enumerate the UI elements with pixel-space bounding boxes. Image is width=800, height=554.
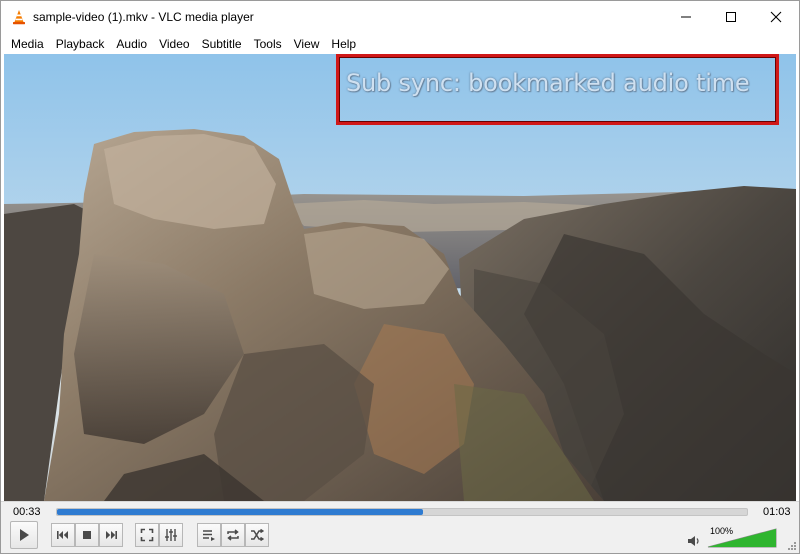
- next-button[interactable]: [99, 523, 123, 547]
- menu-playback[interactable]: Playback: [50, 34, 111, 54]
- playlist-icon: [203, 530, 215, 541]
- skip-previous-icon: [57, 531, 68, 539]
- maximize-button[interactable]: [708, 1, 754, 33]
- menu-audio[interactable]: Audio: [110, 34, 153, 54]
- menu-media[interactable]: Media: [5, 34, 50, 54]
- equalizer-icon: [165, 529, 177, 541]
- menu-bar: Media Playback Audio Video Subtitle Tool…: [1, 34, 799, 54]
- close-icon: [770, 11, 782, 23]
- osd-message: Sub sync: bookmarked audio time: [346, 69, 750, 97]
- resize-grip-icon[interactable]: [787, 541, 797, 551]
- total-duration: 01:03: [763, 506, 791, 518]
- minimize-button[interactable]: [663, 1, 709, 33]
- seek-bar[interactable]: [56, 508, 748, 516]
- title-bar: sample-video (1).mkv - VLC media player: [1, 1, 799, 33]
- play-button[interactable]: [10, 521, 38, 549]
- fullscreen-icon: [140, 528, 154, 542]
- play-icon: [20, 529, 29, 541]
- menu-subtitle[interactable]: Subtitle: [196, 34, 248, 54]
- minimize-icon: [681, 16, 691, 18]
- close-button[interactable]: [753, 1, 799, 33]
- shuffle-icon: [251, 528, 264, 542]
- elapsed-time: 00:33: [13, 506, 41, 518]
- previous-button[interactable]: [51, 523, 75, 547]
- seek-bar-progress: [57, 509, 423, 515]
- loop-button[interactable]: [221, 523, 245, 547]
- maximize-icon: [726, 12, 736, 22]
- menu-view[interactable]: View: [288, 34, 326, 54]
- menu-tools[interactable]: Tools: [248, 34, 288, 54]
- skip-next-icon: [106, 531, 117, 539]
- window-title: sample-video (1).mkv - VLC media player: [33, 10, 254, 24]
- fullscreen-button[interactable]: [135, 523, 159, 547]
- menu-video[interactable]: Video: [153, 34, 195, 54]
- vlc-cone-icon: [13, 10, 25, 25]
- volume-slider[interactable]: [707, 528, 777, 548]
- playlist-button[interactable]: [197, 523, 221, 547]
- vlc-window: sample-video (1).mkv - VLC media player …: [0, 0, 800, 554]
- extended-settings-button[interactable]: [159, 523, 183, 547]
- menu-help[interactable]: Help: [325, 34, 362, 54]
- stop-button[interactable]: [75, 523, 99, 547]
- speaker-icon[interactable]: [687, 534, 701, 548]
- stop-icon: [83, 531, 91, 539]
- loop-icon: [227, 529, 239, 541]
- random-button[interactable]: [245, 523, 269, 547]
